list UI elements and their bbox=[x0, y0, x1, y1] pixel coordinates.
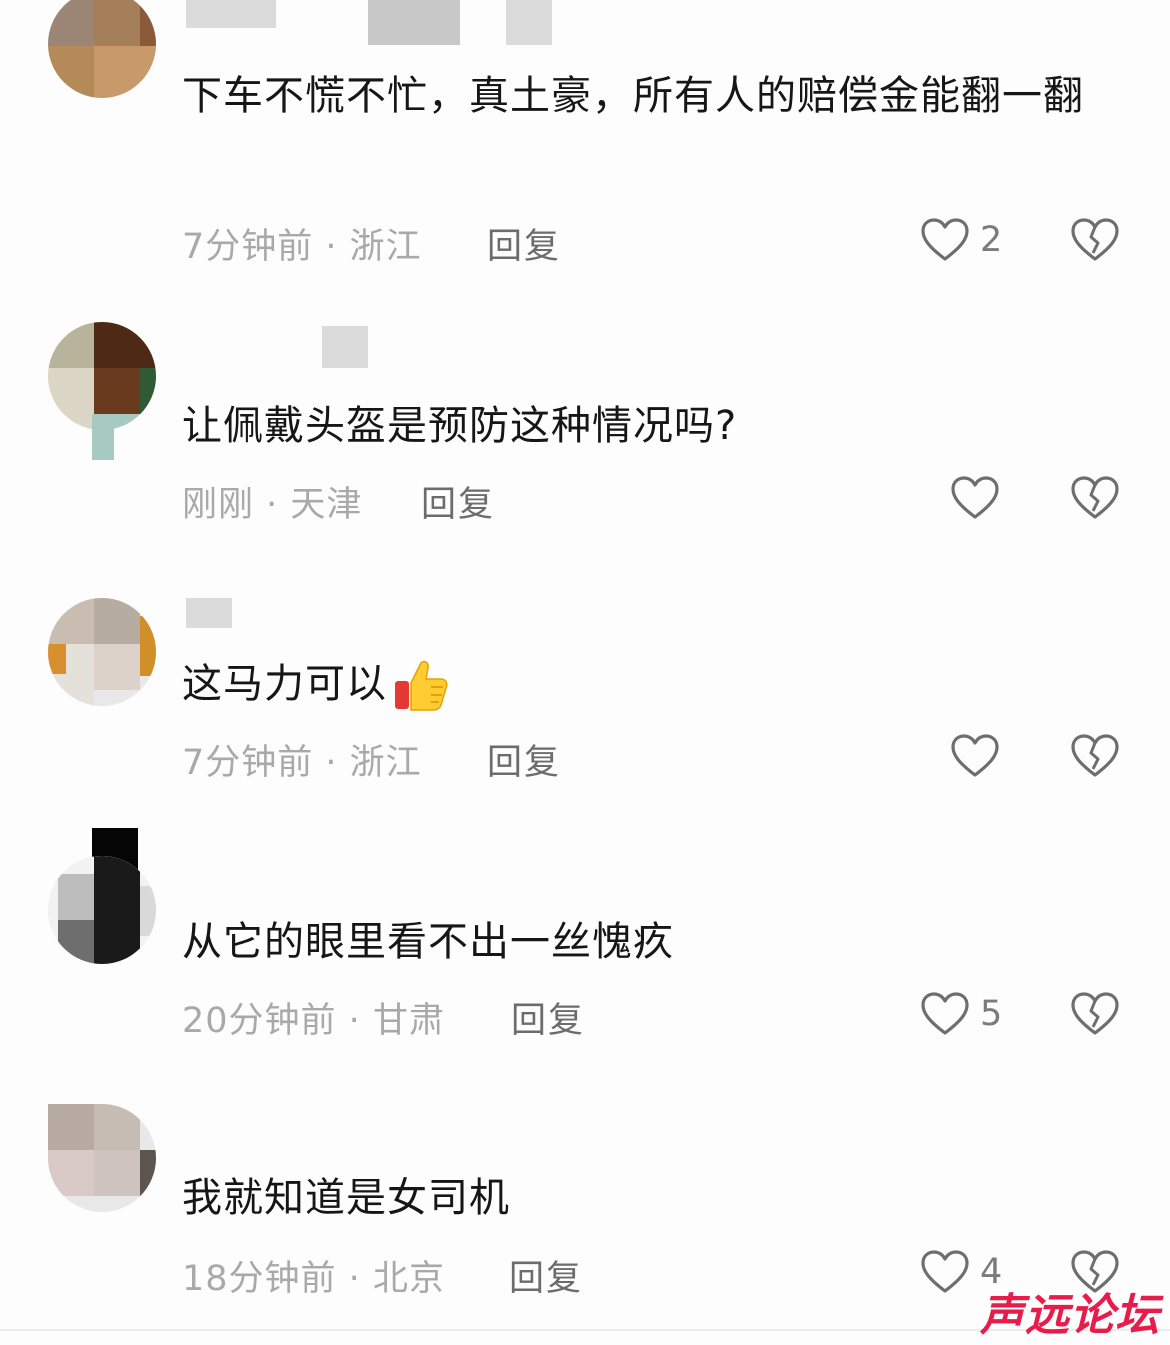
comment-text: 我就知道是女司机 bbox=[182, 1175, 510, 1221]
avatar[interactable] bbox=[48, 856, 156, 964]
heart-outline-icon bbox=[921, 1250, 969, 1293]
heart-outline-icon bbox=[921, 218, 969, 261]
comment-time: 7分钟前 bbox=[182, 743, 314, 783]
username-blurred bbox=[368, 0, 460, 45]
avatar[interactable] bbox=[48, 598, 156, 706]
watermark-logo: 声远论坛 bbox=[980, 1290, 1160, 1341]
comment-location: 甘肃 bbox=[372, 1001, 445, 1041]
like-count: 2 bbox=[980, 220, 1003, 260]
comment-time: 18分钟前 bbox=[182, 1259, 337, 1299]
thumbs-up-emoji-icon bbox=[395, 660, 448, 711]
avatar-blur-block bbox=[92, 414, 114, 460]
comment-time: 20分钟前 bbox=[182, 1001, 337, 1041]
like-button[interactable]: 5 bbox=[920, 988, 1002, 1040]
reply-button[interactable]: 回复 bbox=[511, 992, 585, 1043]
comment-time: 刚刚 bbox=[182, 485, 255, 525]
comment-location: 北京 bbox=[372, 1259, 445, 1299]
like-button[interactable] bbox=[950, 730, 1010, 782]
broken-heart-icon[interactable] bbox=[1070, 991, 1120, 1037]
comment-text: 这马力可以 bbox=[182, 648, 1102, 720]
meta-separator: · bbox=[313, 743, 350, 783]
like-button[interactable] bbox=[950, 472, 1010, 524]
comment-text-content: 这马力可以 bbox=[182, 661, 387, 707]
comment-meta: 20分钟前 · 甘肃 bbox=[182, 992, 445, 1043]
comment-text: 下车不慌不忙，真土豪，所有人的赔偿金能翻一翻 bbox=[182, 73, 1084, 119]
comment-location: 浙江 bbox=[349, 227, 422, 267]
username-blurred bbox=[322, 326, 368, 368]
reply-button[interactable]: 回复 bbox=[509, 1250, 583, 1301]
username-blurred bbox=[506, 0, 552, 45]
avatar[interactable] bbox=[48, 1104, 156, 1212]
like-count: 5 bbox=[980, 994, 1003, 1034]
broken-heart-icon[interactable] bbox=[1070, 475, 1120, 521]
comment-location: 天津 bbox=[290, 485, 363, 525]
reply-button[interactable]: 回复 bbox=[487, 218, 561, 269]
comment-time: 7分钟前 bbox=[182, 227, 314, 267]
comment-text: 从它的眼里看不出一丝愧疚 bbox=[182, 919, 674, 965]
meta-separator: · bbox=[336, 1001, 373, 1041]
comment-meta: 刚刚 · 天津 bbox=[182, 476, 362, 527]
meta-separator: · bbox=[254, 485, 291, 525]
broken-heart-icon[interactable] bbox=[1070, 733, 1120, 779]
comment-text: 让佩戴头盔是预防这种情况吗? bbox=[182, 403, 738, 449]
comment-meta: 7分钟前 · 浙江 bbox=[182, 218, 422, 269]
comment-location: 浙江 bbox=[349, 743, 422, 783]
heart-outline-icon bbox=[921, 992, 969, 1035]
meta-separator: · bbox=[313, 227, 350, 267]
comment-meta: 18分钟前 · 北京 bbox=[182, 1250, 445, 1301]
username-blurred bbox=[186, 0, 276, 28]
reply-button[interactable]: 回复 bbox=[421, 476, 495, 527]
comment-meta: 7分钟前 · 浙江 bbox=[182, 734, 422, 785]
like-button[interactable]: 2 bbox=[920, 214, 1002, 266]
meta-separator: · bbox=[336, 1259, 373, 1299]
username-blurred bbox=[186, 598, 232, 628]
heart-outline-icon bbox=[951, 476, 999, 519]
heart-outline-icon bbox=[951, 734, 999, 777]
avatar[interactable] bbox=[48, 0, 156, 98]
broken-heart-icon[interactable] bbox=[1070, 217, 1120, 263]
reply-button[interactable]: 回复 bbox=[487, 734, 561, 785]
